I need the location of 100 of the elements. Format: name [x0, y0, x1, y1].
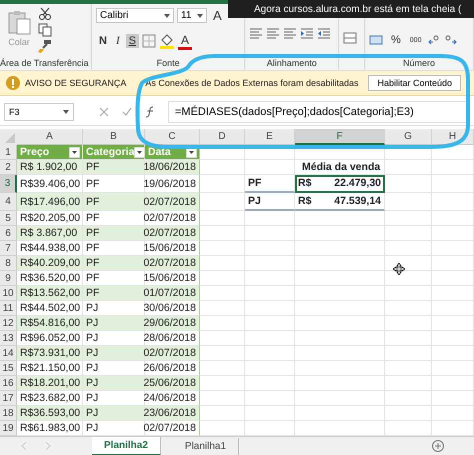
row-header[interactable]: 18 [0, 406, 17, 421]
filter-dropdown-icon[interactable] [134, 146, 146, 158]
table-cell: PJ [248, 195, 261, 207]
row-header[interactable]: 16 [0, 376, 17, 391]
wrap-icon[interactable] [343, 32, 358, 44]
column-header[interactable]: C [145, 129, 200, 145]
indent-icon[interactable] [300, 26, 314, 38]
name-box[interactable]: F3 [4, 103, 74, 121]
table-cell: R$73.931,00 [17, 346, 83, 361]
align-lines-icon[interactable] [266, 26, 280, 38]
column-header[interactable]: D [200, 129, 245, 145]
empty-cell [245, 331, 295, 346]
empty-cell [432, 211, 474, 226]
row-header[interactable]: 5 [0, 211, 17, 226]
empty-cell [432, 256, 474, 271]
row-header[interactable]: 13 [0, 331, 17, 346]
row-header[interactable]: 17 [0, 391, 17, 406]
table-cell: R$17.496,00 [17, 193, 83, 211]
empty-cell [432, 286, 474, 301]
empty-cell [432, 145, 474, 160]
indent-icon[interactable] [317, 26, 332, 38]
table-cell: PF [83, 286, 145, 301]
empty-cell [245, 301, 295, 316]
sheet-tab[interactable]: Planilha2 [92, 436, 161, 455]
align-lines-icon[interactable] [249, 26, 264, 38]
row-header[interactable]: 7 [0, 241, 17, 256]
fill-bucket-icon[interactable] [158, 33, 175, 49]
add-sheet-icon[interactable] [432, 440, 444, 452]
row-header[interactable]: 6 [0, 226, 17, 241]
empty-cell [432, 361, 474, 376]
table-cell: R$54.816,00 [17, 316, 83, 331]
underline-button[interactable]: S [126, 34, 139, 48]
column-header[interactable]: F [295, 129, 385, 145]
sheet-tab[interactable]: Planilha1 [172, 438, 240, 454]
empty-cell [432, 241, 474, 256]
row-header[interactable]: 8 [0, 256, 17, 271]
check-icon[interactable] [122, 107, 132, 117]
row-header[interactable]: 3 [0, 175, 17, 193]
scissors-icon[interactable] [38, 7, 52, 21]
empty-cell [385, 241, 432, 256]
column-header[interactable]: H [432, 129, 474, 145]
column-heading: Preço [20, 146, 50, 158]
empty-cell [385, 286, 432, 301]
empty-cell [385, 226, 432, 241]
row-header[interactable]: 1 [0, 145, 17, 160]
filter-dropdown-icon[interactable] [69, 146, 80, 158]
italic-button[interactable]: I [112, 34, 123, 48]
empty-cell [245, 226, 295, 241]
table-cell: 02/07/2018 [145, 226, 200, 241]
empty-cell [245, 406, 295, 421]
enable-content-button[interactable]: Habilitar Conteúdo [368, 75, 461, 91]
table-cell: PF [248, 177, 262, 189]
empty-cell [245, 376, 295, 391]
copy-icon[interactable] [38, 23, 52, 37]
empty-cell [200, 301, 245, 316]
empty-cell [385, 346, 432, 361]
fullscreen-notice: Agora cursos.alura.com.br está em tela cheia ( [228, 0, 474, 18]
row-header[interactable]: 12 [0, 316, 17, 331]
caret-icon [164, 14, 170, 18]
percent-button[interactable]: % [388, 33, 404, 47]
table-cell: PF [83, 193, 145, 211]
row-header[interactable]: 2 [0, 160, 17, 175]
table-cell: R$ 3.867,00 [17, 226, 83, 241]
empty-cell [200, 271, 245, 286]
decimal-icon[interactable] [427, 34, 442, 46]
column-heading: Data [148, 146, 171, 158]
empty-cell [200, 331, 245, 346]
group-label: Alinhamento [266, 58, 318, 68]
empty-cell [245, 391, 295, 406]
table-cell: 29/06/2018 [145, 316, 200, 331]
currency-icon[interactable] [369, 34, 385, 46]
decimal-icon[interactable] [444, 34, 458, 46]
row-header[interactable]: 14 [0, 346, 17, 361]
font-color-button[interactable]: A [178, 32, 192, 50]
clipboard-icon [6, 9, 32, 35]
row-header[interactable]: 4 [0, 193, 17, 211]
warning-icon [6, 76, 20, 90]
font-name-dropdown[interactable]: Calibri [96, 8, 174, 23]
row-header[interactable]: 10 [0, 286, 17, 301]
caret-icon [197, 14, 203, 18]
grow-font-button[interactable]: A [210, 7, 225, 24]
empty-cell [200, 361, 245, 376]
empty-cell [385, 331, 432, 346]
empty-cell [245, 271, 295, 286]
bold-button[interactable]: N [96, 34, 110, 48]
table-cell: R$ 22.479,30 [295, 175, 385, 193]
table-cell: PF [83, 160, 145, 175]
column-header[interactable]: G [385, 129, 432, 145]
font-size-dropdown[interactable]: 11 [177, 8, 207, 23]
table-cell: 02/07/2018 [145, 256, 200, 271]
row-header[interactable]: 15 [0, 361, 17, 376]
empty-cell [432, 271, 474, 286]
row-header[interactable]: 9 [0, 271, 17, 286]
table-cell: 01/07/2018 [145, 286, 200, 301]
paintbrush-icon[interactable] [38, 39, 52, 53]
border-icon[interactable] [142, 34, 156, 48]
row-header[interactable]: 19 [0, 421, 17, 436]
row-header[interactable]: 11 [0, 301, 17, 316]
align-lines-icon[interactable] [283, 26, 298, 38]
table-cell: 02/07/2018 [145, 346, 200, 361]
